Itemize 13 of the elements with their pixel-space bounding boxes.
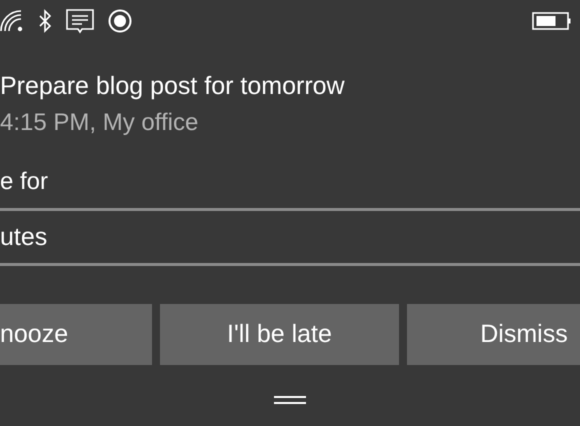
message-icon <box>66 8 94 34</box>
record-icon <box>108 9 132 33</box>
snooze-dropdown[interactable]: utes <box>0 208 580 266</box>
snooze-label: e for <box>0 167 50 197</box>
wifi-icon <box>0 9 24 33</box>
reminder-title: Prepare blog post for tomorrow <box>0 71 346 102</box>
action-button[interactable]: nooze <box>0 304 152 365</box>
bluetooth-icon <box>38 9 52 33</box>
action-button[interactable]: Dismiss <box>407 304 580 365</box>
handle-icon[interactable] <box>274 396 306 405</box>
reminder-details: 4:15 PM, My office <box>0 108 200 138</box>
battery-icon <box>532 11 572 31</box>
action-button[interactable]: I'll be late <box>160 304 400 365</box>
